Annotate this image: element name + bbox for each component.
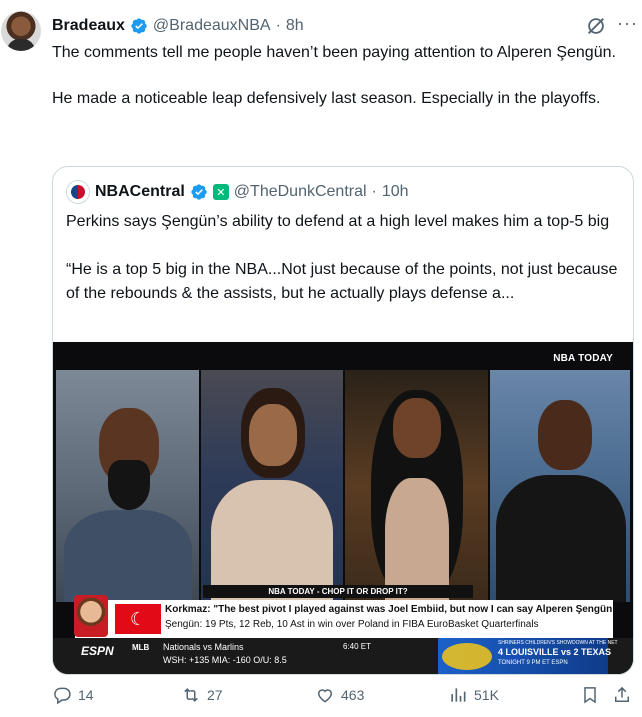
- quote-author-name[interactable]: NBACentral: [95, 183, 185, 201]
- tweet-paragraph: The comments tell me people haven’t been…: [52, 44, 616, 61]
- quote-author-handle[interactable]: @TheDunkCentral: [234, 183, 367, 201]
- game-odds: WSH: +135 MIA: -160 O/U: 8.5: [163, 655, 287, 665]
- verified-badge-icon: [191, 184, 207, 200]
- promo-line: TONIGHT 9 PM ET ESPN: [498, 660, 568, 666]
- separator-dot: ·: [275, 17, 281, 34]
- show-lower-third: NBA TODAY - CHOP IT OR DROP IT?: [203, 585, 473, 598]
- views-count: 51K: [474, 687, 499, 703]
- quote-media-video[interactable]: NBA TODAY NBA TODAY - CHOP IT OR DROP IT…: [53, 342, 633, 674]
- tweet-text: The comments tell me people haven’t been…: [52, 41, 627, 133]
- quote-paragraph: Perkins says Şengün’s ability to defend …: [66, 213, 610, 230]
- more-icon[interactable]: ···: [617, 13, 638, 34]
- repost-count: 27: [207, 687, 223, 703]
- action-bar: 14 27 463 51K: [52, 684, 634, 706]
- grok-icon[interactable]: [585, 15, 607, 37]
- like-count: 463: [341, 687, 365, 703]
- author-name[interactable]: Bradeaux: [52, 17, 125, 35]
- views-icon: [451, 688, 466, 702]
- like-button[interactable]: 463: [315, 684, 364, 706]
- quote-header: NBACentral ✕ @TheDunkCentral · 10h: [66, 180, 409, 204]
- reply-count: 14: [78, 687, 94, 703]
- bookmark-icon: [584, 687, 596, 704]
- media-brand-label: NBA TODAY: [553, 353, 613, 364]
- share-icon: [615, 686, 629, 702]
- tweet-timestamp[interactable]: 8h: [286, 17, 304, 35]
- verified-badge-icon: [131, 18, 147, 34]
- repost-button[interactable]: 27: [181, 684, 223, 706]
- views-button[interactable]: 51K: [448, 684, 499, 706]
- quoted-tweet[interactable]: NBACentral ✕ @TheDunkCentral · 10h Perki…: [52, 166, 634, 675]
- author-handle[interactable]: @BradeauxNBA: [153, 17, 271, 35]
- reply-icon: [54, 687, 71, 705]
- video-panel: [56, 370, 199, 602]
- promo-line: 4 LOUISVILLE vs 2 TEXAS: [498, 647, 612, 657]
- ticker-subline: Şengün: 19 Pts, 12 Reb, 10 Ast in win ov…: [165, 619, 539, 630]
- quote-text: Perkins says Şengün’s ability to defend …: [66, 210, 622, 330]
- league-label: MLB: [132, 643, 150, 652]
- quote-paragraph: “He is a top 5 big in the NBA...Not just…: [66, 261, 618, 302]
- ticker-headline: Korkmaz: "The best pivot I played agains…: [165, 604, 617, 615]
- tweet-paragraph: He made a noticeable leap defensively la…: [52, 90, 601, 107]
- game-matchup: Nationals vs Marlins: [163, 642, 244, 652]
- espn-logo: ESPN: [81, 644, 114, 658]
- quote-avatar[interactable]: [66, 180, 90, 204]
- affiliate-badge-icon: ✕: [212, 184, 229, 200]
- quote-timestamp[interactable]: 10h: [382, 183, 409, 201]
- separator-dot: ·: [371, 183, 377, 200]
- author-avatar[interactable]: [1, 11, 41, 51]
- turkey-flag-icon: ☾: [115, 604, 161, 634]
- tweet-header: Bradeaux @BradeauxNBA · 8h: [52, 16, 304, 36]
- game-time: 6:40 ET: [343, 642, 372, 651]
- share-button[interactable]: [612, 684, 632, 706]
- reply-button[interactable]: 14: [52, 684, 94, 706]
- like-icon: [317, 689, 333, 703]
- promo-line: SHRINERS CHILDREN'S SHOWDOWN AT THE NET: [498, 640, 618, 646]
- bookmark-button[interactable]: [580, 684, 600, 706]
- promo-logo: [442, 643, 492, 670]
- video-panel: [345, 370, 488, 602]
- promo-banner: SHRINERS CHILDREN'S SHOWDOWN AT THE NET …: [438, 638, 618, 674]
- video-panel: [490, 370, 630, 602]
- player-headshot: [74, 595, 108, 637]
- video-panel: [201, 370, 343, 602]
- repost-icon: [184, 688, 198, 702]
